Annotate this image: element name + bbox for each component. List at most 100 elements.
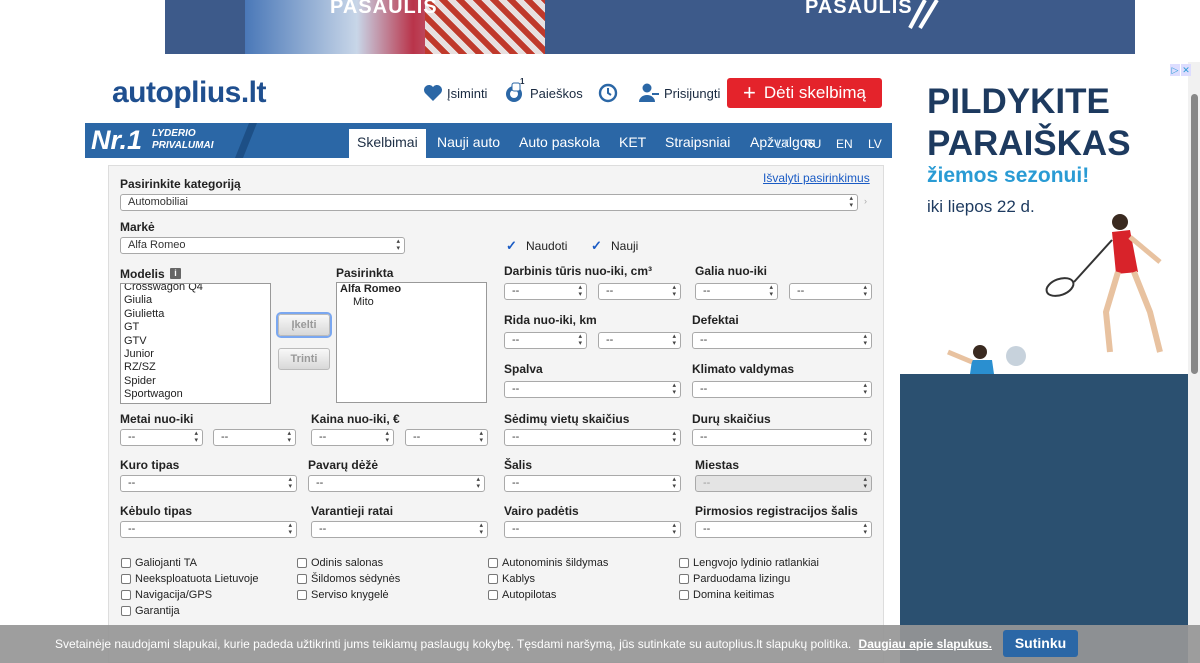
feature-checkbox[interactable] — [488, 558, 498, 568]
feature-checkbox[interactable] — [297, 590, 307, 600]
lang-lt[interactable]: LT — [776, 137, 789, 151]
list-item[interactable]: Giulietta — [124, 308, 270, 321]
seats-label: Sėdimų vietų skaičius — [504, 412, 630, 426]
used-checkbox[interactable]: ✓ — [506, 238, 517, 254]
feature-label: Galiojanti TA — [135, 557, 197, 569]
list-item[interactable]: Giulia — [124, 294, 270, 307]
country-select[interactable]: -- — [504, 475, 681, 492]
steering-select[interactable]: -- — [504, 521, 681, 538]
list-item[interactable]: GT — [124, 321, 270, 334]
tab-straipsniai[interactable]: Straipsniai — [657, 129, 738, 158]
make-select[interactable]: Alfa Romeo — [120, 237, 405, 254]
list-item[interactable]: Mito — [340, 296, 486, 309]
body-select[interactable]: -- — [120, 521, 297, 538]
feature-label: Lengvojo lydinio ratlankiai — [693, 557, 819, 569]
year-from-select[interactable]: -- — [120, 429, 203, 446]
post-ad-button[interactable]: + Dėti skelbimą — [727, 78, 882, 108]
defects-select[interactable]: -- — [692, 332, 872, 349]
price-to-select[interactable]: -- — [405, 429, 488, 446]
drive-select[interactable]: -- — [311, 521, 488, 538]
feature-checkbox[interactable] — [121, 590, 131, 600]
nr1-badge: Nr.1 — [91, 125, 143, 155]
lang-en[interactable]: EN — [836, 137, 853, 151]
add-model-button[interactable]: Įkelti — [278, 314, 330, 336]
cookie-more-link[interactable]: Daugiau apie slapukus. — [859, 637, 992, 651]
clear-filters-link[interactable]: Išvalyti pasirinkimus — [763, 171, 870, 185]
doors-select[interactable]: -- — [692, 429, 872, 446]
list-item[interactable]: Crosswagon Q4 — [124, 284, 270, 294]
selected-listbox[interactable]: Alfa Romeo Mito — [336, 282, 487, 403]
feature-checkbox[interactable] — [121, 574, 131, 584]
cookie-bar: Svetainėje naudojami slapukai, kurie pad… — [0, 625, 1200, 663]
feature-checkbox[interactable] — [679, 590, 689, 600]
feature-checkbox[interactable] — [121, 558, 131, 568]
tab-skelbimai[interactable]: Skelbimai — [349, 129, 426, 158]
site-logo[interactable]: autoplius.lt — [112, 76, 267, 110]
save-label: Įsiminti — [447, 85, 488, 101]
power-to-select[interactable]: -- — [789, 283, 872, 300]
top-ad-banner[interactable]: PASAULIS PASAULIS — [165, 0, 1135, 54]
selected-label: Pasirinkta — [336, 266, 394, 280]
price-from-select[interactable]: -- — [311, 429, 394, 446]
list-item[interactable]: Spider — [124, 375, 270, 388]
list-item[interactable]: Sportwagon — [124, 388, 270, 401]
climate-select[interactable]: -- — [692, 381, 872, 398]
close-icon[interactable]: ✕ — [1181, 64, 1191, 76]
category-select[interactable]: Automobiliai — [120, 194, 858, 211]
feature-checkbox[interactable] — [488, 574, 498, 584]
country-label: Šalis — [504, 458, 533, 472]
power-label: Galia nuo-iki — [695, 264, 768, 278]
ad-headline-1: PILDYKITE — [927, 82, 1110, 121]
feature-label: Odinis salonas — [311, 557, 384, 569]
list-item[interactable]: Junior — [124, 348, 270, 361]
feature-label: Autonominis šildymas — [502, 557, 609, 569]
steering-label: Vairo padėtis — [504, 504, 579, 518]
seats-select[interactable]: -- — [504, 429, 681, 446]
login-link[interactable]: Prisijungti — [638, 78, 720, 108]
feature-checkbox[interactable] — [679, 558, 689, 568]
feature-checkbox[interactable] — [121, 606, 131, 616]
side-ad-banner[interactable]: PILDYKITE PARAIŠKAS žiemos sezonui! iki … — [900, 62, 1200, 663]
gearbox-select[interactable]: -- — [308, 475, 485, 492]
engine-from-select[interactable]: -- — [504, 283, 587, 300]
adchoices-icon[interactable]: ▷ — [1170, 64, 1180, 76]
doors-label: Durų skaičius — [692, 412, 771, 426]
feature-checkbox[interactable] — [297, 574, 307, 584]
models-listbox[interactable]: Crosswagon Q4 Giulia Giulietta GT GTV Ju… — [120, 283, 271, 404]
tab-nauji-auto[interactable]: Nauji auto — [429, 129, 508, 158]
list-item[interactable]: RZ/SZ — [124, 361, 270, 374]
feature-label: Domina keitimas — [693, 589, 775, 601]
city-select[interactable]: -- — [695, 475, 872, 492]
mileage-from-select[interactable]: -- — [504, 332, 587, 349]
ad-content: PILDYKITE PARAIŠKAS žiemos sezonui! iki … — [900, 62, 1188, 374]
info-icon[interactable]: i — [170, 268, 181, 279]
tab-auto-paskola[interactable]: Auto paskola — [511, 129, 608, 158]
new-checkbox[interactable]: ✓ — [591, 238, 602, 254]
feature-checkbox[interactable] — [488, 590, 498, 600]
cookie-accept-button[interactable]: Sutinku — [1003, 630, 1078, 657]
lang-ru[interactable]: RU — [804, 137, 821, 151]
tab-ket[interactable]: KET — [611, 129, 654, 158]
color-select[interactable]: -- — [504, 381, 681, 398]
fuel-select[interactable]: -- — [120, 475, 297, 492]
list-item[interactable]: GTV — [124, 335, 270, 348]
searches-link[interactable]: 1 Paieškos — [504, 77, 583, 108]
nr1-divider — [235, 123, 257, 158]
history-button[interactable] — [597, 78, 623, 108]
lang-lv[interactable]: LV — [868, 137, 882, 151]
reg-country-select[interactable]: -- — [695, 521, 872, 538]
remove-model-button[interactable]: Trinti — [278, 348, 330, 370]
save-link[interactable]: Įsiminti — [423, 78, 487, 108]
category-label: Pasirinkite kategoriją — [120, 177, 241, 191]
engine-to-select[interactable]: -- — [598, 283, 681, 300]
feature-checkbox[interactable] — [297, 558, 307, 568]
banner-swoosh-icon — [908, 0, 939, 30]
mileage-to-select[interactable]: -- — [598, 332, 681, 349]
feature-label: Autopilotas — [502, 589, 557, 601]
power-from-select[interactable]: -- — [695, 283, 778, 300]
history-icon — [598, 83, 618, 103]
feature-checkbox[interactable] — [679, 574, 689, 584]
ad-scrollbar-thumb[interactable] — [1191, 94, 1198, 374]
year-to-select[interactable]: -- — [213, 429, 296, 446]
nr1-sub-line2: PRIVALUMAI — [152, 140, 214, 151]
